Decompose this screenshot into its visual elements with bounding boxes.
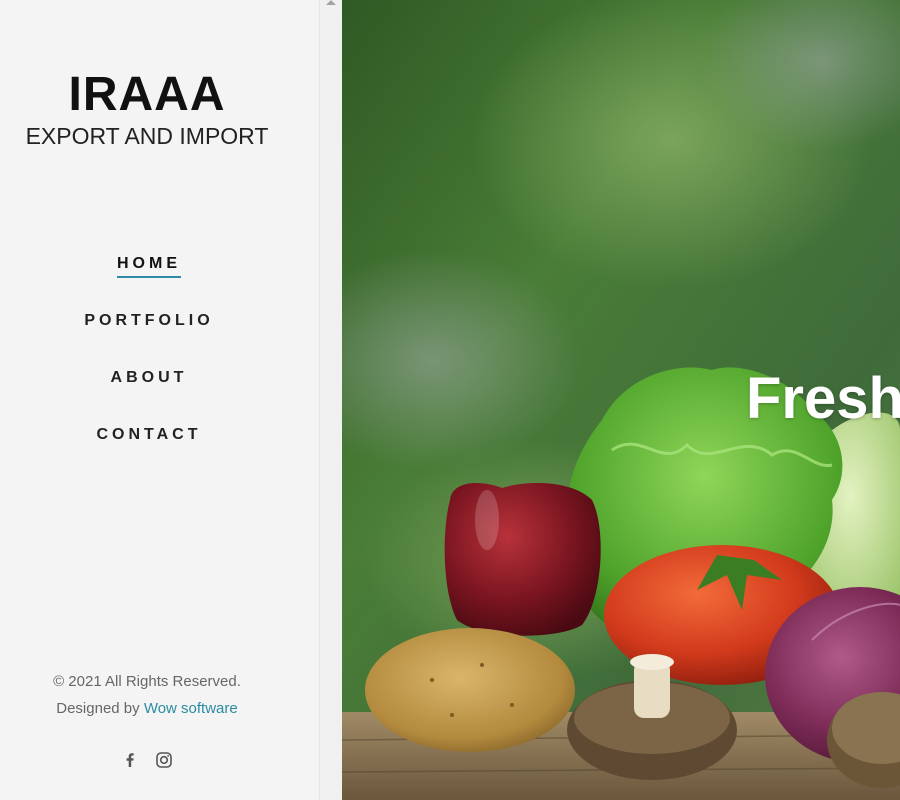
- sidebar: IRAAA EXPORT AND IMPORT HOME PORTFOLIO A…: [0, 0, 319, 800]
- instagram-icon[interactable]: [154, 750, 174, 770]
- footer: © 2021 All Rights Reserved. Designed by …: [0, 668, 294, 722]
- nav-item-about[interactable]: ABOUT: [0, 369, 294, 426]
- brand-name[interactable]: IRAAA: [0, 66, 294, 124]
- brand[interactable]: IRAAA EXPORT AND IMPORT: [0, 66, 294, 150]
- nav-item-home[interactable]: HOME: [0, 255, 294, 312]
- nav-item-label: HOME: [117, 255, 181, 278]
- nav-item-contact[interactable]: CONTACT: [0, 426, 294, 483]
- copyright-text: © 2021 All Rights Reserved.: [53, 673, 241, 690]
- nav-item-label: PORTFOLIO: [84, 312, 214, 329]
- scroll-up-arrow-icon[interactable]: [326, 0, 336, 5]
- scrollbar[interactable]: [319, 0, 342, 800]
- hero-banner: Fresh: [342, 0, 900, 800]
- designed-by-prefix: Designed by: [56, 700, 140, 717]
- facebook-icon[interactable]: [120, 750, 140, 770]
- designed-by-line: Designed by Wow software: [0, 695, 294, 722]
- main-nav: HOME PORTFOLIO ABOUT CONTACT: [0, 255, 294, 483]
- social-links: [0, 750, 294, 770]
- brand-tagline: EXPORT AND IMPORT: [25, 123, 269, 149]
- designer-link[interactable]: Wow software: [144, 700, 238, 717]
- hero-title: Fresh: [746, 366, 900, 431]
- nav-item-label: ABOUT: [110, 369, 188, 386]
- nav-item-portfolio[interactable]: PORTFOLIO: [0, 312, 294, 369]
- page: IRAAA EXPORT AND IMPORT HOME PORTFOLIO A…: [0, 0, 900, 800]
- nav-item-label: CONTACT: [96, 426, 202, 443]
